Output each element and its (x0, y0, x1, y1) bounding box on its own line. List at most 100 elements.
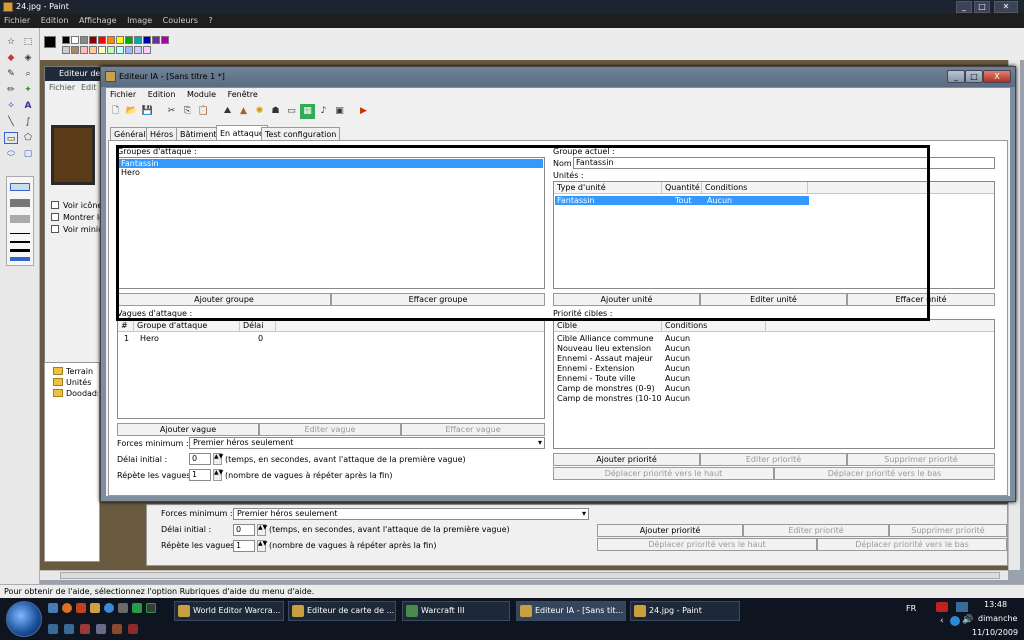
priorite-conditions[interactable]: Aucun (665, 334, 690, 344)
editer-priorite-button[interactable]: Editer priorité (700, 453, 847, 466)
paint-horizontal-scrollbar[interactable] (40, 570, 1008, 580)
arrow-left-icon[interactable]: ‹ (940, 616, 944, 626)
swatch[interactable] (80, 46, 88, 54)
taskbar-item-active[interactable]: Editeur IA - [Sans tit... (516, 601, 626, 621)
deplacer-bas-button[interactable]: Déplacer priorité vers le bas (774, 467, 995, 480)
paint-menu-affichage[interactable]: Affichage (79, 16, 117, 25)
clock-time[interactable]: 13:48 (984, 600, 1007, 609)
col-groupe-attaque[interactable]: Groupe d'attaque (134, 320, 240, 332)
quicklaunch-icon[interactable] (76, 603, 86, 613)
priorite-conditions[interactable]: Aucun (665, 364, 690, 374)
free-select-icon[interactable]: ☆ (4, 36, 18, 48)
menu-module[interactable]: Module (187, 90, 216, 99)
priorite-cible[interactable]: Ennemi - Assaut majeur (557, 354, 653, 364)
priorite-cible[interactable]: Ennemi - Toute ville (557, 374, 636, 384)
col-conditions[interactable]: Conditions (662, 320, 766, 332)
back-delai-input[interactable]: 0 (233, 524, 255, 536)
swatch[interactable] (125, 46, 133, 54)
vague-delai[interactable]: 0 (258, 334, 263, 344)
back-editer-priorite-button[interactable]: Editer priorité (743, 524, 889, 537)
open-folder-icon[interactable]: 📂 (124, 104, 139, 119)
line-width-3[interactable] (10, 249, 30, 252)
doodad-tool-icon[interactable]: ▲ (236, 104, 251, 119)
swatch[interactable] (98, 36, 106, 44)
spinner-icon[interactable]: ▲▼ (257, 540, 267, 552)
tray-icon[interactable] (128, 624, 138, 634)
swatch[interactable] (98, 46, 106, 54)
paint-menu-edition[interactable]: Edition (41, 16, 69, 25)
rect-select-icon[interactable]: ⬚ (21, 36, 35, 48)
tray-icon[interactable] (96, 624, 106, 634)
tree-item-terrain[interactable]: Terrain (66, 367, 93, 376)
priorite-conditions[interactable]: Aucun (665, 344, 690, 354)
vagues-table[interactable]: # Groupe d'attaque Délai 1 Hero 0 (117, 319, 545, 419)
menu-fichier[interactable]: Fichier (110, 90, 136, 99)
swatch[interactable] (80, 36, 88, 44)
picker-icon[interactable]: ✎ (4, 68, 18, 80)
swatch[interactable] (134, 36, 142, 44)
swatch[interactable] (143, 46, 151, 54)
volume-icon[interactable]: 🔊 (962, 615, 973, 625)
ati-tray-icon[interactable] (936, 602, 948, 612)
paint-close-button[interactable]: ✕ (994, 1, 1018, 13)
supprimer-priorite-button[interactable]: Supprimer priorité (847, 453, 995, 466)
airbrush-icon[interactable]: ✧ (4, 100, 18, 112)
quicklaunch-icon[interactable] (146, 603, 156, 613)
paint-menu-help[interactable]: ? (208, 16, 212, 25)
tree-item-unites[interactable]: Unités (66, 378, 91, 387)
checkbox[interactable] (51, 213, 59, 221)
quicklaunch-icon[interactable] (90, 603, 100, 613)
swatch[interactable] (116, 36, 124, 44)
back-supprimer-priorite-button[interactable]: Supprimer priorité (889, 524, 1007, 537)
editer-vague-button[interactable]: Editer vague (259, 423, 401, 436)
tray-icon[interactable] (64, 624, 74, 634)
priorite-cible[interactable]: Cible Alliance commune (557, 334, 654, 344)
swatch[interactable] (89, 46, 97, 54)
new-file-icon[interactable]: 🗋 (108, 104, 123, 119)
dialog-maximize-button[interactable]: □ (965, 70, 983, 83)
curve-icon[interactable]: ∫ (21, 116, 35, 128)
terrain-tool-icon[interactable]: ⛰ (220, 104, 235, 119)
camera-tool-icon[interactable]: ▭ (284, 104, 299, 119)
tray-icon[interactable] (950, 616, 960, 626)
vague-groupe[interactable]: Hero (140, 334, 159, 344)
effacer-vague-button[interactable]: Effacer vague (401, 423, 545, 436)
back-repete-input[interactable]: 1 (233, 540, 255, 552)
back-forces-select[interactable]: Premier héros seulement ▾ (233, 508, 589, 520)
back-ajouter-priorite-button[interactable]: Ajouter priorité (597, 524, 743, 537)
priorite-cible[interactable]: Camp de monstres (10-100, ... (557, 394, 661, 404)
ajouter-priorite-button[interactable]: Ajouter priorité (553, 453, 700, 466)
swatch[interactable] (107, 46, 115, 54)
tab-test-configuration[interactable]: Test configuration (261, 127, 341, 141)
dialog-minimize-button[interactable]: _ (947, 70, 965, 83)
language-indicator[interactable]: FR (906, 604, 916, 613)
priorite-cible[interactable]: Camp de monstres (0-9) (557, 384, 655, 394)
spinner-icon[interactable]: ▲▼ (213, 469, 223, 481)
tab-heros[interactable]: Héros (146, 127, 178, 141)
paste-icon[interactable]: 📋 (196, 104, 211, 119)
network-icon[interactable] (956, 602, 968, 612)
tree-item-doodads[interactable]: Doodads (66, 389, 98, 398)
priorite-table[interactable]: Cible Conditions Cible Alliance commune … (553, 319, 995, 449)
fill-option-3[interactable] (10, 215, 30, 223)
taskbar-item[interactable]: 24.jpg - Paint (630, 601, 740, 621)
repete-input[interactable]: 1 (189, 469, 211, 481)
tray-icon[interactable] (80, 624, 90, 634)
tray-icon[interactable] (112, 624, 122, 634)
vague-num[interactable]: 1 (124, 334, 129, 344)
swatch[interactable] (134, 46, 142, 54)
dialog-close-button[interactable]: X (983, 70, 1011, 83)
line-width-1[interactable] (10, 233, 30, 234)
quicklaunch-icon[interactable] (132, 603, 142, 613)
magnifier-icon[interactable]: ⌕ (21, 68, 35, 80)
primary-color-swatch[interactable] (44, 36, 56, 48)
delai-input[interactable]: 0 (189, 453, 211, 465)
back-menu-fichier[interactable]: Fichier (49, 83, 75, 92)
swatch[interactable] (62, 36, 70, 44)
menu-edition[interactable]: Edition (148, 90, 176, 99)
priorite-conditions[interactable]: Aucun (665, 374, 690, 384)
swatch[interactable] (62, 46, 70, 54)
show-desktop-icon[interactable] (48, 603, 58, 613)
swatch[interactable] (125, 36, 133, 44)
priorite-conditions[interactable]: Aucun (665, 384, 690, 394)
